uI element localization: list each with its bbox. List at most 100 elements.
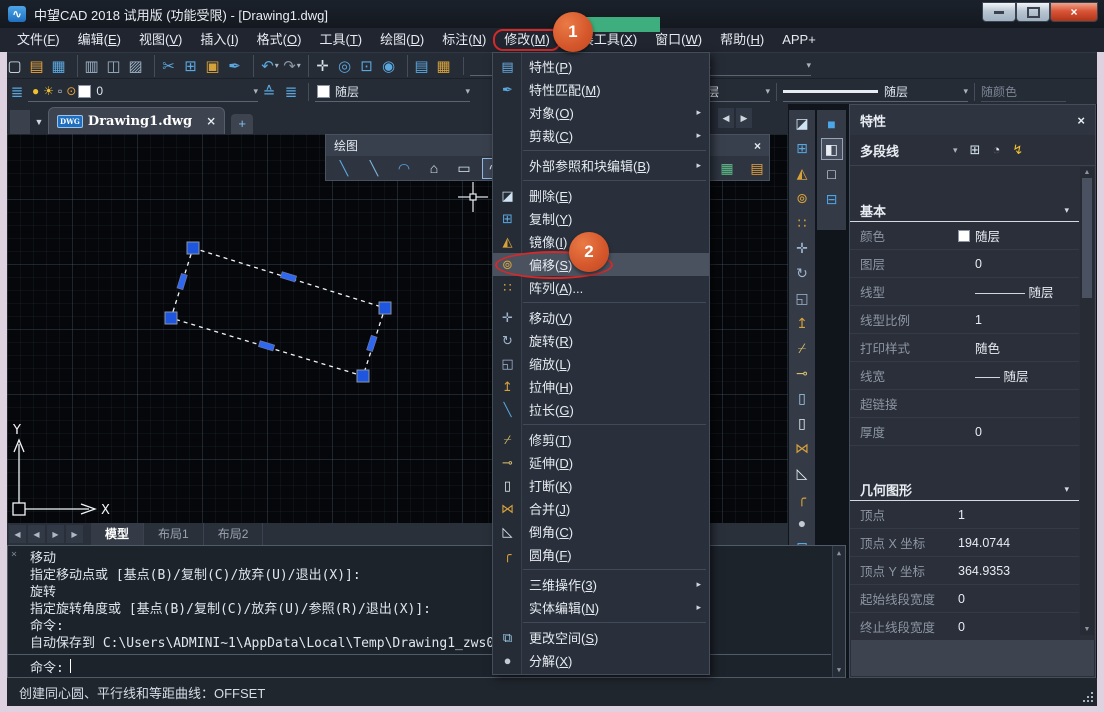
- array-button[interactable]: ∷: [791, 213, 813, 235]
- trim-button[interactable]: ⌿: [791, 337, 813, 359]
- menu-item-erase[interactable]: ◪ 删除(E) ▸: [493, 184, 709, 207]
- close-icon[interactable]: ×: [1077, 113, 1085, 128]
- last-tab-button[interactable]: ▶: [66, 525, 83, 543]
- menu-item-trim[interactable]: ⌿ 修剪(T) ▸: [493, 428, 709, 451]
- pan-button[interactable]: ✛ ▾: [308, 55, 336, 77]
- join-button[interactable]: ⋈: [791, 437, 813, 459]
- minimize-button[interactable]: [982, 2, 1016, 22]
- menu-item-fillet[interactable]: ╭ 圆角(F) ▸: [493, 543, 709, 566]
- menu-window[interactable]: 窗口(W): [646, 29, 711, 51]
- document-menu-button[interactable]: [10, 110, 30, 134]
- menu-item-chamfer[interactable]: ◺ 倒角(C) ▸: [493, 520, 709, 543]
- explode-button[interactable]: ●: [791, 512, 813, 534]
- polygon-button[interactable]: ⌂: [422, 158, 446, 179]
- layer-manager-button[interactable]: ≣: [6, 81, 28, 103]
- break-button[interactable]: ▯: [791, 412, 813, 434]
- scroll-tabs-left-button[interactable]: ◀: [718, 108, 734, 128]
- property-row[interactable]: 超链接: [850, 390, 1079, 418]
- menu-item-rotate[interactable]: ↻ 旋转(R) ▸: [493, 329, 709, 352]
- match-properties-button[interactable]: ✒ ▾: [226, 55, 248, 77]
- rectangle-button[interactable]: ▭: [452, 158, 476, 179]
- save-button[interactable]: ▦ ▾: [50, 55, 72, 77]
- menu-format[interactable]: 格式(O): [248, 29, 311, 51]
- menu-item-move[interactable]: ✛ 移动(V) ▸: [493, 306, 709, 329]
- property-row[interactable]: 厚度 0: [850, 418, 1079, 446]
- menu-view[interactable]: 视图(V): [130, 29, 191, 51]
- close-document-icon[interactable]: ×: [206, 114, 216, 128]
- mirror-button[interactable]: ◭: [791, 163, 813, 185]
- menu-item-array[interactable]: ∷ 阵列(A)... ▸: [493, 276, 709, 299]
- menu-item-explode[interactable]: ● 分解(X) ▸: [493, 649, 709, 672]
- property-row[interactable]: 顶点 Y 坐标 364.9353: [850, 557, 1079, 585]
- zoom-realtime-button[interactable]: ◎ ▾: [336, 55, 358, 77]
- menu-insert[interactable]: 插入(I): [191, 29, 247, 51]
- property-row[interactable]: 打印样式 随色: [850, 334, 1079, 362]
- arc-button[interactable]: ◠: [392, 158, 416, 179]
- menu-modify[interactable]: 修改(M): [495, 29, 559, 51]
- menu-item-change-space[interactable]: ⧉ 更改空间(S) ▸: [493, 626, 709, 649]
- erase-button[interactable]: ◪: [791, 113, 813, 135]
- layer-vp-icon[interactable]: ▫: [58, 84, 62, 98]
- color-combo[interactable]: 随层 ▾: [315, 81, 470, 102]
- copy-button[interactable]: ⊞ ▾: [182, 55, 204, 77]
- scroll-up-icon[interactable]: ▲: [1084, 169, 1091, 176]
- properties-scrollbar[interactable]: ▲ ▼: [1080, 167, 1094, 635]
- object-type-dropdown[interactable]: 多段线: [860, 141, 899, 160]
- property-row[interactable]: 线宽 —— 随层: [850, 362, 1079, 390]
- menu-item-join[interactable]: ⋈ 合并(J) ▸: [493, 497, 709, 520]
- menu-item-object[interactable]: 对象(O) ▸: [493, 101, 709, 124]
- menu-item-break[interactable]: ▯ 打断(K) ▸: [493, 474, 709, 497]
- plot-button[interactable]: ▨ ▾: [127, 55, 149, 77]
- menu-item-lengthen[interactable]: ╲ 拉长(G) ▸: [493, 398, 709, 421]
- prev-tab-button[interactable]: ◀: [28, 525, 45, 543]
- tool-palette-button[interactable]: ▦ ▾: [435, 55, 457, 77]
- property-row[interactable]: 颜色 随层: [850, 222, 1079, 250]
- dropdown-arrow-icon[interactable]: ▾: [297, 61, 301, 70]
- copy-button[interactable]: ⊞: [791, 138, 813, 160]
- menu-item-solid-editing[interactable]: 实体编辑(N) ▸: [493, 596, 709, 619]
- multileader-style-combo[interactable]: ✎ ▾: [701, 55, 811, 76]
- document-tab[interactable]: DWG Drawing1.dwg ×: [48, 107, 225, 134]
- menu-app-plus[interactable]: APP+: [773, 29, 825, 51]
- draw-order-button[interactable]: ◧: [821, 138, 843, 160]
- break-at-point-button[interactable]: ▯: [791, 387, 813, 409]
- dropdown-arrow-icon[interactable]: ▾: [247, 86, 258, 97]
- menu-item-3d-operations[interactable]: 三维操作(3) ▸: [493, 573, 709, 596]
- command-scrollbar[interactable]: ▲ ▼: [832, 546, 845, 677]
- select-objects-icon[interactable]: ◔: [992, 142, 1000, 158]
- menu-help[interactable]: 帮助(H): [711, 29, 773, 51]
- close-button[interactable]: ×: [1050, 2, 1098, 22]
- collapse-icon[interactable]: ▾: [1064, 484, 1069, 495]
- menu-item-offset[interactable]: ⊚ 偏移(S) ▸: [493, 253, 709, 276]
- redo-button[interactable]: ↷ ▾: [281, 55, 303, 77]
- layer-combo[interactable]: ●☀▫⊙ 0 ▾: [28, 81, 258, 102]
- property-row[interactable]: 终止线段宽度 0: [850, 613, 1079, 637]
- close-command-icon[interactable]: ×: [11, 549, 17, 560]
- restore-button[interactable]: [1016, 2, 1050, 22]
- menu-file[interactable]: 文件(F): [8, 29, 69, 51]
- layer-freeze-sun-icon[interactable]: ☀: [43, 84, 54, 98]
- chamfer-button[interactable]: ◺: [791, 462, 813, 484]
- scale-button[interactable]: ◱: [791, 288, 813, 310]
- make-current-layer-button[interactable]: ≙: [258, 81, 280, 103]
- layer-lock-icon[interactable]: ⊙: [66, 84, 76, 98]
- send-to-back-button[interactable]: □: [821, 163, 843, 185]
- tab-layout2[interactable]: 布局2: [204, 523, 264, 545]
- menu-dimension[interactable]: 标注(N): [433, 29, 495, 51]
- menu-edit[interactable]: 编辑(E): [69, 29, 130, 51]
- lineweight-combo[interactable]: 随层 ▾: [783, 81, 968, 102]
- print-button[interactable]: ▥ ▾: [77, 55, 105, 77]
- move-button[interactable]: ✛: [791, 238, 813, 260]
- property-row[interactable]: 图层 0: [850, 250, 1079, 278]
- tab-layout1[interactable]: 布局1: [144, 523, 204, 545]
- properties-titlebar[interactable]: 特性 ×: [850, 105, 1095, 135]
- cut-button[interactable]: ✂ ▾: [154, 55, 182, 77]
- menu-item-properties[interactable]: ▤ 特性(P) ▸: [493, 55, 709, 78]
- fillet-button[interactable]: ╭: [791, 487, 813, 509]
- scroll-down-icon[interactable]: ▼: [1084, 626, 1091, 633]
- menu-item-stretch[interactable]: ↥ 拉伸(H) ▸: [493, 375, 709, 398]
- menu-draw[interactable]: 绘图(D): [371, 29, 433, 51]
- properties-palette-button[interactable]: ▤ ▾: [407, 55, 435, 77]
- collapse-icon[interactable]: ▾: [1064, 205, 1069, 216]
- scrollbar-thumb[interactable]: [1082, 178, 1092, 298]
